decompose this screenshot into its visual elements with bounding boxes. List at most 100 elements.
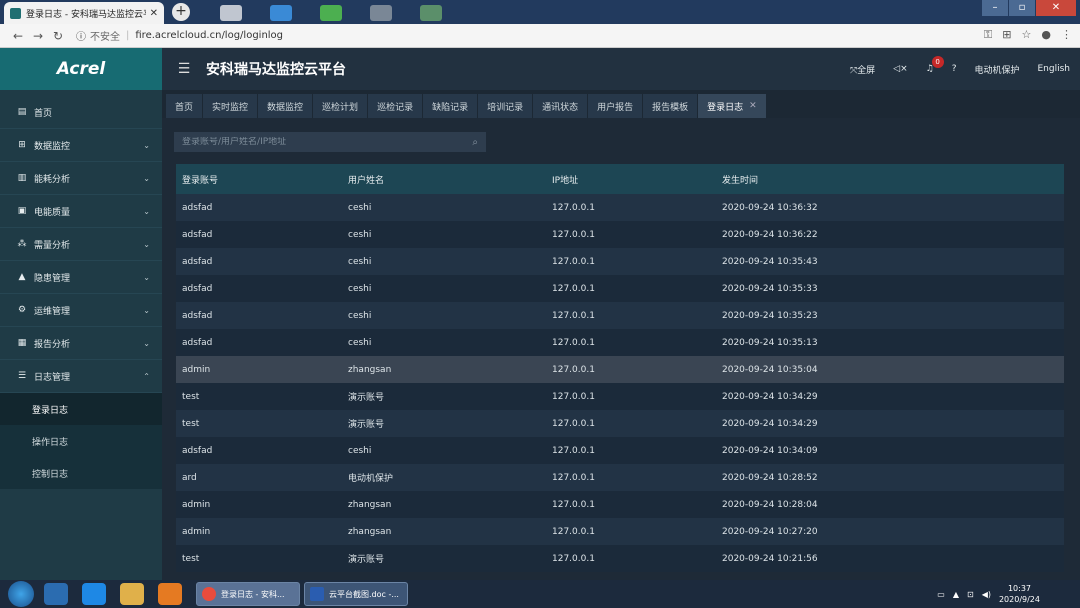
minimize-icon[interactable]: –: [982, 0, 1008, 16]
notification-button[interactable]: ♫ 0: [926, 56, 944, 74]
table-row[interactable]: admin zhangsan 127.0.0.1 2020-09-24 10:28:0…: [176, 491, 1064, 518]
cell-time: 2020-09-24 10:35:04: [722, 364, 818, 375]
browser-tab[interactable]: 登录日志 - 安科瑞马达监控云平 ✕: [4, 2, 164, 24]
table-row[interactable]: test 演示账号 127.0.0.1 2020-09-24 10:34:29: [176, 383, 1064, 410]
forward-icon[interactable]: →: [28, 29, 48, 43]
table-row[interactable]: admin zhangsan 127.0.0.1 2020-09-24 10:35:0…: [176, 356, 1064, 383]
menu-dots-icon[interactable]: ⋮: [1061, 28, 1072, 42]
network-icon: ⁂: [17, 239, 27, 249]
fullscreen-button[interactable]: ⤧全屏: [850, 63, 875, 76]
reload-icon[interactable]: ↻: [48, 29, 68, 43]
cell-time: 2020-09-24 10:35:13: [722, 337, 818, 348]
table-row[interactable]: adsfad ceshi 127.0.0.1 2020-09-24 10:35:33: [176, 275, 1064, 302]
sidebar-item-maintenance[interactable]: ⚙ 运维管理 ⌄: [0, 294, 162, 327]
site-favicon-icon: [10, 7, 21, 19]
cell-username: ceshi: [348, 337, 372, 348]
start-button[interactable]: [8, 581, 34, 607]
tab-inspection-plan[interactable]: 巡检计划: [313, 94, 368, 118]
folder-icon[interactable]: [120, 583, 144, 605]
info-icon[interactable]: ⓘ: [76, 28, 86, 43]
sidebar-item-data-monitor[interactable]: ⊞ 数据监控 ⌄: [0, 129, 162, 162]
mute-icon[interactable]: ◁×: [893, 64, 907, 74]
translate-icon[interactable]: ⊞: [1002, 28, 1011, 42]
tab-realtime-monitor[interactable]: 实时监控: [203, 94, 258, 118]
help-icon[interactable]: ?: [952, 64, 957, 74]
logo[interactable]: Acrel: [0, 48, 162, 90]
new-tab-button[interactable]: +: [172, 3, 190, 21]
search-box: ⌕: [174, 132, 486, 152]
cell-account: admin: [182, 526, 211, 537]
search-input[interactable]: [182, 137, 473, 147]
tab-report-template[interactable]: 报告模板: [643, 94, 698, 118]
search-icon[interactable]: ⌕: [472, 137, 478, 148]
sidebar-item-label: 日志管理: [34, 372, 71, 383]
sidebar-subitem-login-log[interactable]: 登录日志: [0, 393, 162, 425]
table-row[interactable]: adsfad ceshi 127.0.0.1 2020-09-24 10:35:43: [176, 248, 1064, 275]
sidebar-item-log[interactable]: ☰ 日志管理 ⌃: [0, 360, 162, 393]
tab-data-monitor[interactable]: 数据监控: [258, 94, 313, 118]
fullscreen-label: 全屏: [857, 65, 876, 76]
sidebar-item-home[interactable]: ▤ 首页: [0, 96, 162, 129]
cell-ip: 127.0.0.1: [552, 445, 595, 456]
keyboard-icon[interactable]: ▭: [937, 590, 945, 599]
table-row[interactable]: adsfad ceshi 127.0.0.1 2020-09-24 10:35:13: [176, 329, 1064, 356]
ie-icon[interactable]: [82, 583, 106, 605]
close-icon[interactable]: ✕: [749, 101, 757, 111]
chevron-down-icon: ⌄: [143, 239, 150, 249]
maximize-icon[interactable]: ▫: [1009, 0, 1035, 16]
table-row[interactable]: ard 电动机保护 127.0.0.1 2020-09-24 10:28:52: [176, 464, 1064, 491]
table-row[interactable]: adsfad ceshi 127.0.0.1 2020-09-24 10:35:23: [176, 302, 1064, 329]
sidebar-item-demand[interactable]: ⁂ 需量分析 ⌄: [0, 228, 162, 261]
table-row[interactable]: test 演示账号 127.0.0.1 2020-09-24 10:34:29: [176, 410, 1064, 437]
clock-date: 2020/9/24: [998, 595, 1040, 604]
clock[interactable]: 10:37 2020/9/24: [999, 583, 1040, 605]
gear-icon: ⚙: [17, 305, 27, 315]
table-row[interactable]: test 演示账号 127.0.0.1 2020-09-24 10:21:56: [176, 545, 1064, 572]
profile-icon[interactable]: ●: [1041, 28, 1051, 42]
table-row[interactable]: adsfad ceshi 127.0.0.1 2020-09-24 10:36:22: [176, 221, 1064, 248]
warning-icon: ▲: [18, 272, 26, 282]
table-row[interactable]: adsfad ceshi 127.0.0.1 2020-09-24 10:34:09: [176, 437, 1064, 464]
sidebar-item-report[interactable]: ▦ 报告分析 ⌄: [0, 327, 162, 360]
chevron-down-icon: ⌄: [143, 173, 150, 183]
key-icon[interactable]: ⚿: [984, 28, 992, 42]
cell-username: ceshi: [348, 202, 372, 213]
tab-inspection-record[interactable]: 巡检记录: [368, 94, 423, 118]
network-status-icon[interactable]: ⊡: [967, 590, 974, 599]
chevron-down-icon: ⌄: [143, 140, 150, 150]
sidebar-item-power-quality[interactable]: ▣ 电能质量 ⌄: [0, 195, 162, 228]
table-row[interactable]: adsfad ceshi 127.0.0.1 2020-09-24 10:36:32: [176, 194, 1064, 221]
sidebar-item-energy[interactable]: ▥ 能耗分析 ⌄: [0, 162, 162, 195]
sidebar-subitem-control-log[interactable]: 控制日志: [0, 457, 162, 489]
cell-time: 2020-09-24 10:28:52: [722, 472, 818, 483]
table-row[interactable]: admin zhangsan 127.0.0.1 2020-09-24 10:27:2…: [176, 518, 1064, 545]
cell-time: 2020-09-24 10:34:09: [722, 445, 818, 456]
sidebar-subitem-operation-log[interactable]: 操作日志: [0, 425, 162, 457]
tab-training-record[interactable]: 培训记录: [478, 94, 533, 118]
tab-login-log[interactable]: 登录日志 ✕: [698, 94, 766, 118]
notification-badge: 0: [931, 56, 944, 68]
language-switch[interactable]: English: [1038, 64, 1071, 74]
taskbar-task-word[interactable]: 云平台截图.doc -...: [304, 582, 408, 606]
tab-home[interactable]: 首页: [166, 94, 203, 118]
url-field[interactable]: ⓘ 不安全 | fire.acrelcloud.cn/log/loginlog: [76, 28, 283, 43]
search-app-icon[interactable]: [158, 583, 182, 605]
tray-arrow-icon[interactable]: ▲: [953, 590, 959, 599]
browser-tab-title: 登录日志 - 安科瑞马达监控云平: [26, 9, 146, 20]
hamburger-menu-icon[interactable]: ☰: [162, 61, 206, 77]
sogou-icon[interactable]: [44, 583, 68, 605]
cell-username: 演示账号: [348, 555, 385, 565]
window-close-icon[interactable]: ✕: [1036, 0, 1076, 16]
back-icon[interactable]: ←: [8, 29, 28, 43]
user-menu[interactable]: 电动机保护: [974, 63, 1019, 76]
sidebar-item-hazard[interactable]: ▲ 隐患管理 ⌄: [0, 261, 162, 294]
tab-comm-status[interactable]: 通讯状态: [533, 94, 588, 118]
bookmark-star-icon[interactable]: ☆: [1022, 28, 1032, 42]
volume-icon[interactable]: ◀): [982, 590, 991, 599]
taskbar-task-chrome[interactable]: 登录日志 - 安科...: [196, 582, 300, 606]
address-bar: ← → ↻ ⓘ 不安全 | fire.acrelcloud.cn/log/log…: [0, 24, 1080, 48]
tab-user-report[interactable]: 用户报告: [588, 94, 643, 118]
close-icon[interactable]: ✕: [150, 8, 158, 19]
word-icon: [310, 587, 324, 601]
tab-defect-record[interactable]: 缺陷记录: [423, 94, 478, 118]
